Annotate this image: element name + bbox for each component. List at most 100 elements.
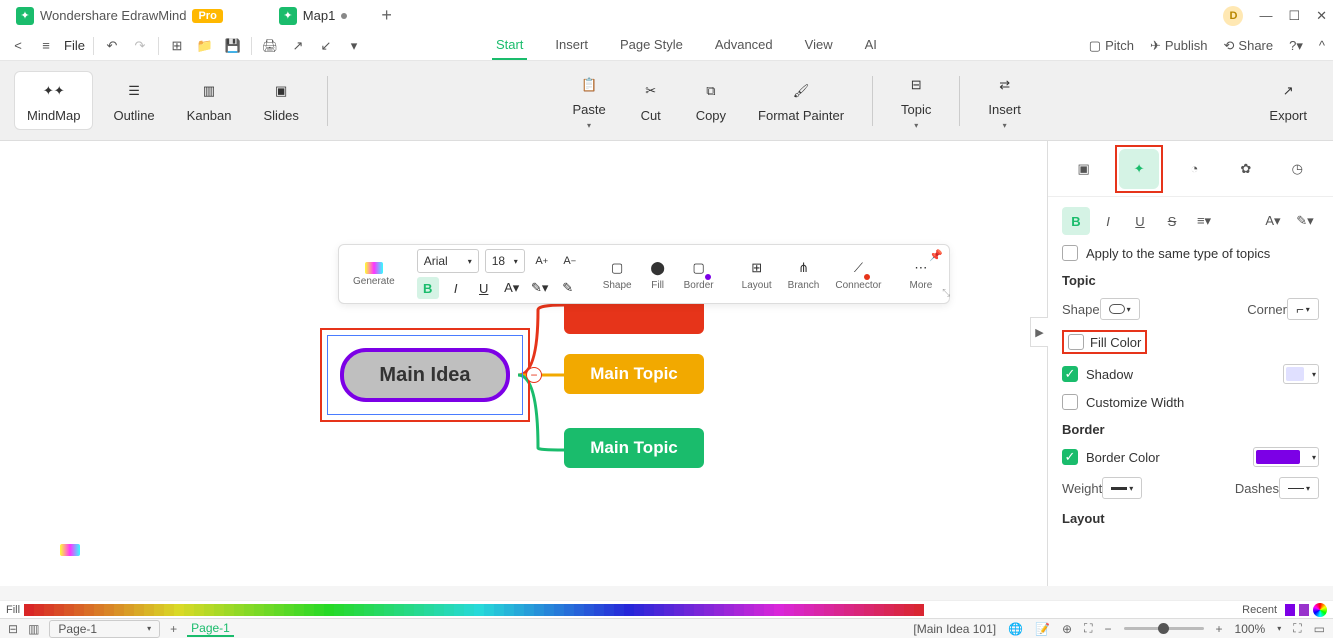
color-swatch[interactable] — [204, 604, 214, 616]
menu-icon[interactable]: ≡ — [36, 36, 56, 56]
color-swatch[interactable] — [324, 604, 334, 616]
color-swatch[interactable] — [214, 604, 224, 616]
italic-button[interactable]: I — [445, 277, 467, 299]
collapse-panel-button[interactable]: ▶ — [1030, 317, 1048, 347]
color-swatch[interactable] — [164, 604, 174, 616]
color-swatch[interactable] — [734, 604, 744, 616]
color-swatch[interactable] — [134, 604, 144, 616]
color-swatch[interactable] — [334, 604, 344, 616]
fill-color-check[interactable] — [1068, 334, 1084, 350]
copy-button[interactable]: ⧉Copy — [684, 72, 738, 129]
apply-same-check[interactable] — [1062, 245, 1078, 261]
shape-button[interactable]: ▢Shape — [597, 258, 638, 291]
color-swatch[interactable] — [104, 604, 114, 616]
color-swatch[interactable] — [604, 604, 614, 616]
highlight-button[interactable]: ✎▾ — [529, 277, 551, 299]
color-swatch[interactable] — [194, 604, 204, 616]
ptab-history[interactable]: ◷ — [1277, 149, 1317, 189]
color-swatch[interactable] — [24, 604, 34, 616]
color-swatch[interactable] — [744, 604, 754, 616]
resize-handle-icon[interactable]: ⤡ — [942, 288, 950, 299]
generate-button[interactable]: Generate — [347, 262, 401, 287]
panel-font-color[interactable]: A▾ — [1259, 207, 1287, 235]
color-swatch[interactable] — [384, 604, 394, 616]
panel-strike[interactable]: S — [1158, 207, 1186, 235]
share-button[interactable]: ⟲Share — [1224, 38, 1274, 54]
dropdown-icon[interactable]: ▾ — [344, 36, 364, 56]
page-tab[interactable]: Page-1 — [187, 621, 234, 637]
cut-button[interactable]: ✂Cut — [626, 72, 676, 129]
color-swatch[interactable] — [684, 604, 694, 616]
weight-select[interactable]: ▾ — [1102, 477, 1142, 499]
dashes-select[interactable]: ▾ — [1279, 477, 1319, 499]
color-swatch[interactable] — [514, 604, 524, 616]
print-icon[interactable]: 🖨 — [260, 36, 280, 56]
zoom-in-button[interactable]: + — [1216, 622, 1223, 636]
color-swatch[interactable] — [764, 604, 774, 616]
more-button[interactable]: ⋯More — [904, 258, 939, 291]
color-swatch[interactable] — [864, 604, 874, 616]
ptab-page[interactable]: ▣ — [1064, 149, 1104, 189]
color-swatch[interactable] — [74, 604, 84, 616]
color-swatch[interactable] — [354, 604, 364, 616]
color-swatch[interactable] — [524, 604, 534, 616]
border-color-check[interactable]: ✓ — [1062, 449, 1078, 465]
color-swatch[interactable] — [224, 604, 234, 616]
color-swatch[interactable] — [364, 604, 374, 616]
slides-button[interactable]: ▣Slides — [252, 72, 311, 129]
bold-button[interactable]: B — [417, 277, 439, 299]
color-swatch[interactable] — [594, 604, 604, 616]
color-swatch[interactable] — [484, 604, 494, 616]
redo-icon[interactable]: ↷ — [130, 36, 150, 56]
color-swatch[interactable] — [634, 604, 644, 616]
color-swatch[interactable] — [904, 604, 914, 616]
clear-format-button[interactable]: ✎ — [557, 277, 579, 299]
split-view-icon[interactable]: ▥ — [28, 622, 39, 636]
customize-width-check[interactable] — [1062, 394, 1078, 410]
border-button[interactable]: ▢Border — [678, 258, 720, 291]
color-swatch[interactable] — [114, 604, 124, 616]
color-swatch[interactable] — [274, 604, 284, 616]
presentation-icon[interactable]: ▭ — [1314, 622, 1325, 636]
font-color-button[interactable]: A▾ — [501, 277, 523, 299]
color-swatch[interactable] — [544, 604, 554, 616]
color-swatch[interactable] — [84, 604, 94, 616]
color-swatch[interactable] — [804, 604, 814, 616]
tab-page-style[interactable]: Page Style — [616, 31, 687, 60]
color-swatch[interactable] — [184, 604, 194, 616]
color-swatch[interactable] — [34, 604, 44, 616]
zoom-out-button[interactable]: − — [1105, 622, 1112, 636]
topic-button[interactable]: ⊟Topic▾ — [889, 66, 943, 136]
color-swatch[interactable] — [454, 604, 464, 616]
note-icon[interactable]: 📝 — [1035, 622, 1050, 636]
globe-icon[interactable]: 🌐 — [1008, 622, 1023, 636]
recent-color-2[interactable] — [1299, 604, 1309, 616]
color-swatch[interactable] — [554, 604, 564, 616]
color-swatch[interactable] — [674, 604, 684, 616]
color-swatch[interactable] — [724, 604, 734, 616]
outline-view-icon[interactable]: ⊟ — [8, 622, 18, 636]
ptab-style[interactable]: ✦ — [1119, 149, 1159, 189]
file-tab[interactable]: ✦ Map1 — [263, 3, 364, 29]
recent-color-1[interactable] — [1285, 604, 1295, 616]
branch-button[interactable]: ⋔Branch — [782, 258, 826, 291]
color-swatch[interactable] — [434, 604, 444, 616]
color-swatch[interactable] — [444, 604, 454, 616]
color-swatch[interactable] — [474, 604, 484, 616]
user-avatar[interactable]: D — [1223, 6, 1243, 26]
size-select[interactable]: 18▾ — [485, 249, 525, 273]
pin-icon[interactable]: 📌 — [929, 249, 943, 262]
font-select[interactable]: Arial▾ — [417, 249, 479, 273]
fit-icon[interactable]: ⛶ — [1084, 621, 1092, 636]
fullscreen-icon[interactable]: ⛶ — [1293, 621, 1301, 636]
topic-node-3[interactable]: Main Topic — [564, 428, 704, 468]
color-swatch[interactable] — [614, 604, 624, 616]
color-swatch[interactable] — [404, 604, 414, 616]
connector-button[interactable]: ⟋Connector — [829, 258, 887, 291]
color-swatch[interactable] — [154, 604, 164, 616]
color-swatch[interactable] — [94, 604, 104, 616]
color-swatch[interactable] — [654, 604, 664, 616]
panel-italic[interactable]: I — [1094, 207, 1122, 235]
collapse-handle[interactable]: − — [526, 367, 542, 383]
add-page-button[interactable]: + — [170, 622, 177, 636]
